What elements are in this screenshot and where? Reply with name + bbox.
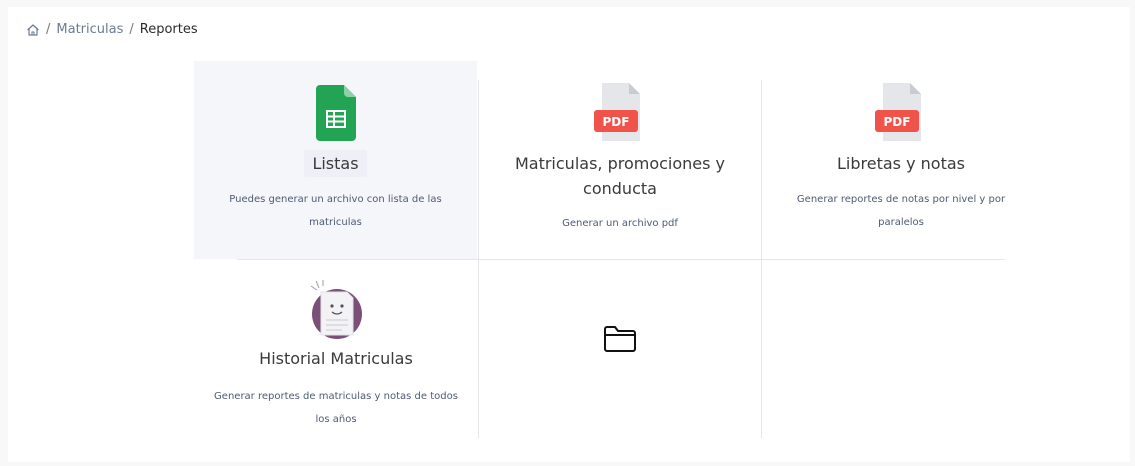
report-card-historial-matriculas[interactable]: Historial Matriculas Generar reportes de… <box>194 260 478 438</box>
history-document-icon <box>307 279 365 345</box>
svg-text:PDF: PDF <box>884 115 911 129</box>
card-title: Historial Matriculas <box>259 349 413 368</box>
card-title: Libretas y notas <box>837 154 965 173</box>
breadcrumb-separator: / <box>129 22 134 37</box>
home-icon[interactable] <box>26 23 40 37</box>
card-title: Matriculas, promociones y conducta <box>514 154 726 198</box>
pdf-file-icon: PDF <box>873 83 929 147</box>
card-description: Generar reportes de notas por nivel y po… <box>796 194 1006 228</box>
breadcrumb: / Matriculas / Reportes <box>26 22 198 37</box>
breadcrumb-matriculas-link[interactable]: Matriculas <box>56 22 123 37</box>
svg-text:PDF: PDF <box>603 115 630 129</box>
report-card-matriculas-promociones[interactable]: PDF Matriculas, promociones y conducta G… <box>479 61 761 259</box>
folder-icon <box>603 325 637 357</box>
card-description: Puedes generar un archivo con lista de l… <box>229 194 442 228</box>
report-card-libretas-notas[interactable]: PDF Libretas y notas Generar reportes de… <box>762 61 1040 259</box>
card-title: Listas <box>194 150 477 177</box>
report-card-folder[interactable] <box>479 260 761 438</box>
pdf-file-icon: PDF <box>592 83 648 147</box>
breadcrumb-current: Reportes <box>139 22 198 37</box>
card-description: Generar un archivo pdf <box>562 218 678 229</box>
breadcrumb-separator: / <box>46 22 51 37</box>
card-description: Generar reportes de matriculas y notas d… <box>214 391 458 425</box>
spreadsheet-icon <box>315 85 356 145</box>
report-card-listas[interactable]: Listas Puedes generar un archivo con lis… <box>194 61 477 259</box>
